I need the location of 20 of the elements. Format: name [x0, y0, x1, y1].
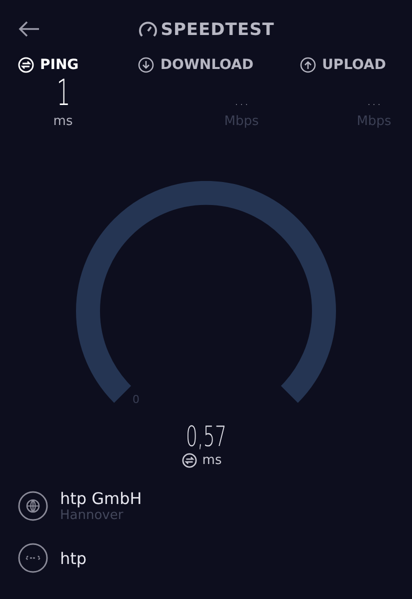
metric-value: 1 — [56, 74, 70, 112]
server-name: htp GmbH — [60, 489, 142, 508]
server-name: htp — [60, 548, 87, 568]
metric-value: ... — [366, 89, 382, 111]
server-location: Hannover — [60, 508, 124, 523]
gauge-unit: ms — [202, 453, 222, 468]
connection-icon — [18, 543, 48, 573]
download-icon — [138, 57, 154, 73]
metric-tab[interactable]: DOWNLOAD — [138, 56, 254, 74]
metric-tab[interactable]: UPLOAD — [300, 56, 386, 74]
metric-value: ... — [234, 89, 250, 111]
ping-icon — [182, 453, 198, 468]
gauge-reading: 0,57 — [186, 421, 226, 453]
app-title: SPEEDTEST — [160, 20, 274, 40]
metric-unit: ms — [53, 114, 73, 129]
back-arrow-icon[interactable] — [18, 21, 40, 37]
metric-tab[interactable]: PING — [18, 56, 79, 74]
globe-icon — [18, 491, 48, 521]
ping-icon — [18, 57, 34, 73]
upload-icon — [300, 57, 316, 73]
